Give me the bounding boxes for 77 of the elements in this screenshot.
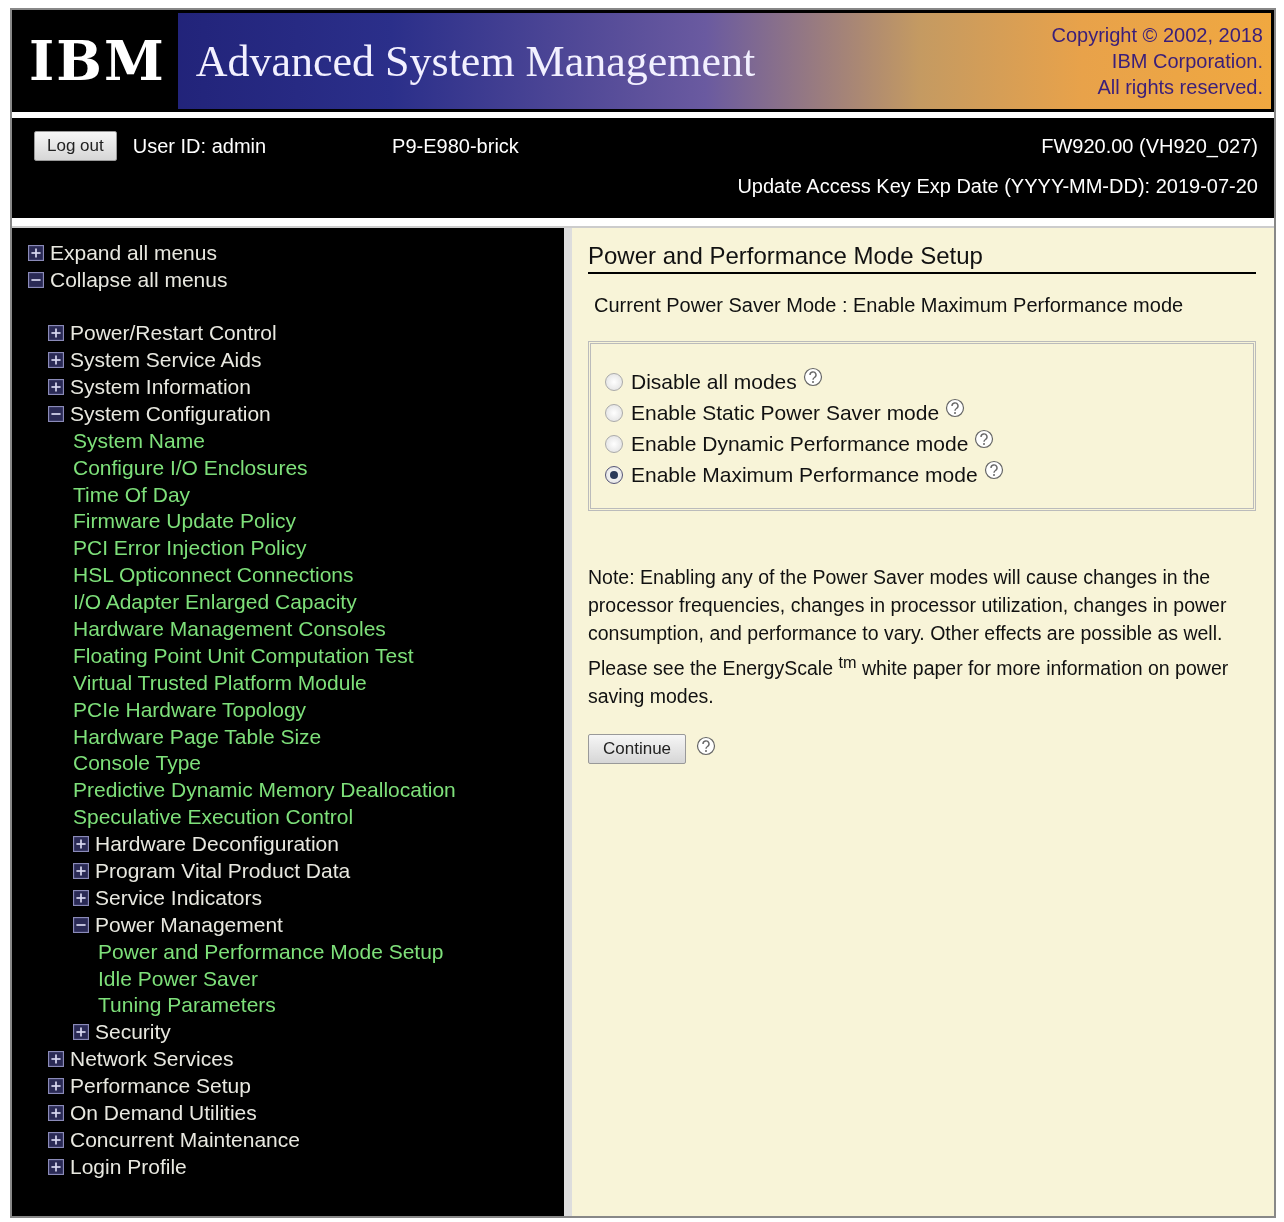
plus-box-icon[interactable] <box>48 1051 64 1068</box>
plus-box-icon[interactable] <box>73 889 89 906</box>
menu-link[interactable]: Console Type <box>73 751 202 776</box>
menu-group[interactable]: Concurrent Maintenance <box>70 1127 300 1152</box>
menu-action[interactable]: Collapse all menus <box>50 268 228 293</box>
page-heading: Power and Performance Mode Setup <box>588 242 1256 274</box>
note-text: Note: Enabling any of the Power Saver modes will cause changes in the processor frequencies, changes in processor utilization, changes in power consumption, and performance to vary. Other effects are possible as well. Please see the EnergyScale $^{tm}$ white paper for more information on power saving modes. <box>588 565 1230 709</box>
menu-group[interactable]: Network Services <box>70 1047 234 1072</box>
menu-link[interactable]: Idle Power Saver <box>98 966 258 991</box>
copyright-line: IBM Corporation. <box>1111 49 1263 74</box>
menu-group[interactable]: Security <box>95 1020 171 1045</box>
menu-group[interactable]: On Demand Utilities <box>70 1101 257 1126</box>
menu-link[interactable]: Hardware Management Consoles <box>73 617 386 641</box>
menu-link[interactable]: I/O Adapter Enlarged Capacity <box>73 590 357 615</box>
help-icon[interactable] <box>802 366 823 387</box>
radio-button[interactable] <box>605 403 623 422</box>
menu-group[interactable]: Program Vital Product Data <box>95 859 351 884</box>
radio-button[interactable] <box>605 465 623 484</box>
continue-button[interactable]: Continue <box>588 733 687 764</box>
menu-link[interactable]: Speculative Execution Control <box>73 805 354 830</box>
menu-group[interactable]: System Service Aids <box>70 348 262 373</box>
plus-box-icon[interactable] <box>48 379 64 395</box>
radio-button[interactable] <box>605 372 623 391</box>
mode-label: Enable Maximum Performance mode <box>631 462 978 487</box>
app-title: Advanced System Management <box>195 35 757 87</box>
menu-link[interactable]: PCI Error Injection Policy <box>73 536 307 561</box>
menu-action[interactable]: Expand all menus <box>50 241 217 266</box>
help-icon[interactable] <box>945 397 966 418</box>
user-id: User ID: admin <box>132 134 267 158</box>
menu-group[interactable]: Power/Restart Control <box>70 321 277 346</box>
menu-group[interactable]: System Configuration <box>70 401 271 426</box>
plus-box-icon[interactable] <box>48 1158 64 1175</box>
access-key-date: Update Access Key Exp Date (YYYY-MM-DD): 2019-07-20 <box>737 174 1258 198</box>
menu-link[interactable]: Floating Point Unit Computation Test <box>73 643 414 668</box>
menu-link[interactable]: HSL Opticonnect Connections <box>73 563 354 588</box>
mode-label: Disable all modes <box>631 369 797 394</box>
plus-box-icon[interactable] <box>48 1131 64 1148</box>
minus-box-icon[interactable] <box>73 916 89 933</box>
plus-box-icon[interactable] <box>73 1024 89 1041</box>
firmware-version: FW920.00 (VH920_027) <box>1041 134 1258 158</box>
menu-group[interactable]: Service Indicators <box>95 885 262 910</box>
help-icon[interactable] <box>974 428 995 449</box>
ibm-logo: IBM <box>29 29 166 93</box>
menu-link[interactable]: Configure I/O Enclosures <box>73 455 308 480</box>
menu-link[interactable]: Hardware Page Table Size <box>73 724 322 749</box>
menu-link[interactable]: Firmware Update Policy <box>73 509 296 534</box>
plus-box-icon[interactable] <box>73 836 89 853</box>
help-icon[interactable] <box>696 735 717 756</box>
menu-link[interactable]: PCIe Hardware Topology <box>73 697 307 722</box>
menu-group[interactable]: Power Management <box>95 912 283 937</box>
menu-group[interactable]: Login Profile <box>70 1154 187 1179</box>
help-icon[interactable] <box>983 459 1004 480</box>
current-mode: Current Power Saver Mode : Enable Maximum Performance mode <box>594 294 1185 317</box>
radio-button[interactable] <box>605 434 623 453</box>
menu-group[interactable]: System Information <box>70 375 251 399</box>
plus-box-icon[interactable] <box>48 1078 64 1095</box>
system-name: P9-E980-brick <box>392 134 519 158</box>
plus-box-icon[interactable] <box>28 245 44 262</box>
menu-link[interactable]: Predictive Dynamic Memory Deallocation <box>73 778 456 803</box>
plus-box-icon[interactable] <box>48 352 64 369</box>
minus-box-icon[interactable] <box>28 272 44 289</box>
minus-box-icon[interactable] <box>48 405 64 422</box>
plus-box-icon[interactable] <box>73 863 89 880</box>
menu-link[interactable]: Virtual Trusted Platform Module <box>73 670 367 695</box>
menu-link[interactable]: Tuning Parameters <box>98 993 276 1018</box>
mode-label: Enable Dynamic Performance mode <box>631 431 969 456</box>
menu-link[interactable]: Time Of Day <box>73 482 191 507</box>
mode-label: Enable Static Power Saver mode <box>631 400 940 425</box>
menu-group[interactable]: Hardware Deconfiguration <box>95 832 339 857</box>
plus-box-icon[interactable] <box>48 1105 64 1122</box>
menu-group[interactable]: Performance Setup <box>70 1074 251 1099</box>
plus-box-icon[interactable] <box>48 325 64 342</box>
menu-link[interactable]: Power and Performance Mode Setup <box>98 939 444 964</box>
copyright-line: All rights reserved. <box>1097 75 1263 100</box>
menu-link[interactable]: System Name <box>73 428 205 453</box>
logout-button[interactable]: Log out <box>34 131 117 161</box>
copyright-line: Copyright © 2002, 2018 <box>1051 23 1263 48</box>
